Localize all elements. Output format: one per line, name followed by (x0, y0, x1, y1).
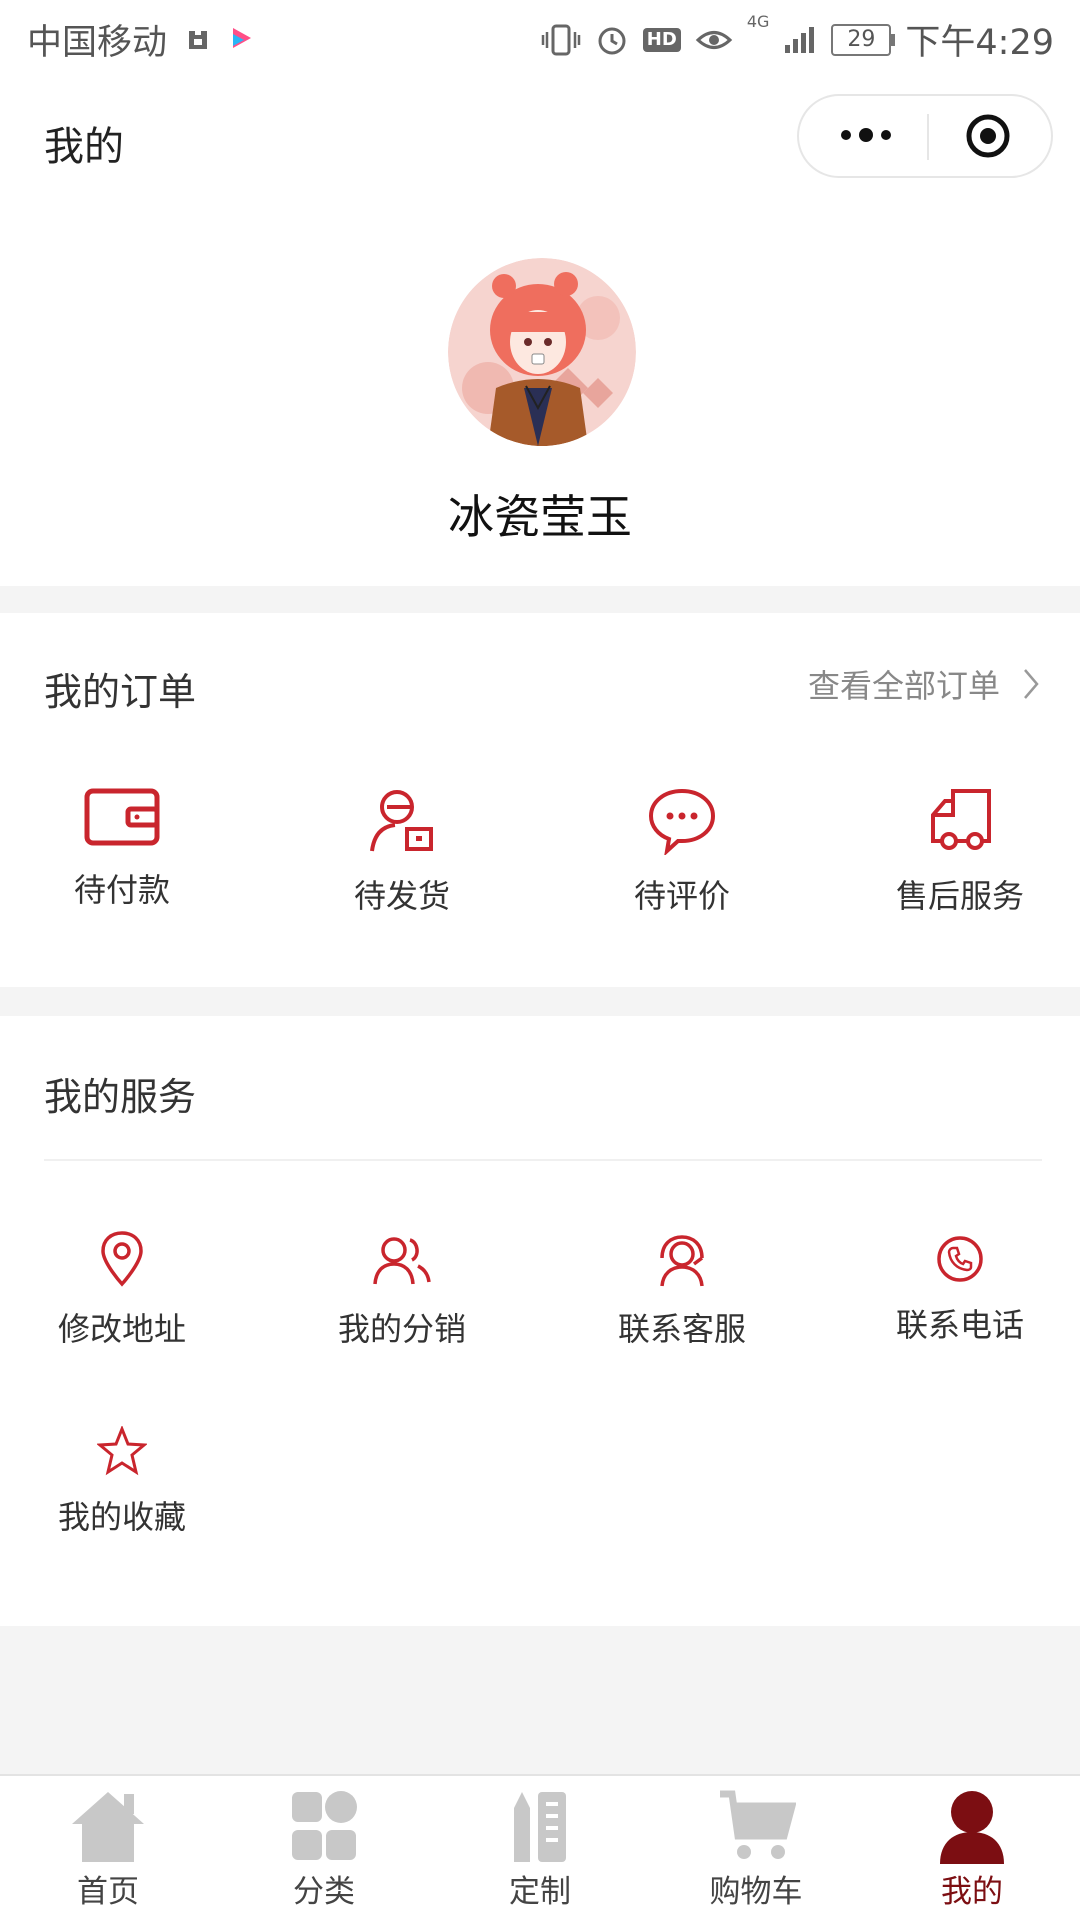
youku-app-icon (233, 27, 252, 48)
orders-section-title: 我的订单 (44, 670, 197, 714)
status-left: 中国移动 (27, 14, 255, 65)
view-all-orders-label: 查看全部订单 (807, 667, 1000, 705)
category-grid-icon (292, 1791, 357, 1860)
user-icon (940, 1791, 1004, 1864)
navigation-bar: 我的 (0, 76, 1080, 206)
truck-icon (931, 789, 991, 850)
chevron-right-icon (1024, 669, 1039, 699)
tab-cart[interactable]: 购物车 (648, 1776, 864, 1920)
more-dot-icon (881, 130, 891, 140)
more-dot-icon (859, 128, 873, 142)
tab-mine-label: 我的 (941, 1874, 1003, 1910)
my-favorites-label: 我的收藏 (57, 1498, 186, 1536)
alarm-icon (598, 27, 626, 54)
hd-badge: HD (642, 27, 681, 52)
my-services-section: 我的服务 修改地址 我的分销 联系客服 联系电话 我的收藏 (0, 1016, 1080, 1626)
after-sales-label: 售后服务 (895, 877, 1024, 915)
notification-icon (189, 30, 208, 49)
username: 冰瓷莹玉 (448, 490, 632, 544)
status-right: HD 4G 29 下午4:29 (541, 14, 1054, 65)
mini-program-capsule (797, 94, 1053, 178)
my-favorites-item[interactable]: 我的收藏 (2, 1426, 242, 1538)
avatar[interactable] (448, 258, 636, 446)
contact-phone-item[interactable]: 联系电话 (840, 1234, 1080, 1346)
customize-icon (514, 1792, 566, 1862)
tab-customize-label: 定制 (509, 1874, 571, 1910)
tab-home-label: 首页 (77, 1874, 139, 1910)
after-sales-item[interactable]: 售后服务 (840, 785, 1080, 917)
my-distribution-item[interactable]: 我的分销 (282, 1234, 522, 1350)
close-mini-program-button[interactable] (965, 113, 1011, 159)
bottom-tab-bar: 首页 分类 定制 购物车 我的 (0, 1774, 1080, 1920)
status-bar: 中国移动 HD 4G 29 下午4:29 (0, 0, 1080, 76)
more-dot-icon (841, 130, 851, 140)
profile-header: 冰瓷莹玉 (0, 206, 1080, 586)
comment-icon (648, 788, 716, 855)
my-orders-section: 我的订单 查看全部订单 待付款 待发货 待评价 售后服务 (0, 613, 1080, 987)
tab-category[interactable]: 分类 (216, 1776, 432, 1920)
pending-shipment-label: 待发货 (353, 877, 450, 915)
contact-phone-label: 联系电话 (895, 1306, 1024, 1344)
vibrate-icon (541, 24, 581, 55)
contact-support-item[interactable]: 联系客服 (562, 1234, 802, 1350)
pending-review-label: 待评价 (633, 877, 730, 915)
person-package-icon (370, 790, 433, 852)
tab-cart-label: 购物车 (709, 1874, 803, 1910)
wallet-icon (84, 788, 160, 846)
cart-icon (720, 1790, 796, 1859)
edit-address-item[interactable]: 修改地址 (2, 1230, 242, 1350)
edit-address-label: 修改地址 (57, 1310, 186, 1348)
users-icon (373, 1237, 431, 1285)
view-all-orders-link[interactable]: 查看全部订单 (808, 661, 1040, 707)
tab-mine[interactable]: 我的 (864, 1776, 1080, 1920)
carrier-name: 中国移动 (27, 23, 168, 63)
tab-category-label: 分类 (293, 1874, 355, 1910)
eye-icon (695, 30, 733, 49)
clock-time: 下午4:29 (905, 23, 1054, 63)
contact-support-label: 联系客服 (617, 1310, 746, 1348)
home-icon (72, 1792, 144, 1862)
location-pin-icon (101, 1231, 143, 1287)
section-divider (44, 1159, 1042, 1161)
network-type: 4G (746, 12, 770, 31)
star-icon (97, 1426, 147, 1476)
services-section-title: 我的服务 (44, 1075, 197, 1119)
pending-payment-item[interactable]: 待付款 (2, 785, 242, 911)
my-page: 中国移动 HD 4G 29 下午4:29 我的 冰瓷莹玉 我的订单 查看全部订单… (0, 0, 1080, 1920)
my-distribution-label: 我的分销 (337, 1310, 466, 1348)
capsule-divider (927, 114, 929, 160)
tab-home[interactable]: 首页 (0, 1776, 216, 1920)
page-title: 我的 (44, 124, 124, 170)
headset-icon (660, 1235, 704, 1287)
signal-icon (785, 26, 815, 53)
pending-payment-label: 待付款 (73, 871, 170, 909)
tab-customize[interactable]: 定制 (432, 1776, 648, 1920)
more-menu-button[interactable] (831, 96, 921, 176)
pending-review-item[interactable]: 待评价 (562, 785, 802, 917)
battery-indicator: 29 (831, 23, 896, 56)
phone-icon (937, 1236, 983, 1282)
pending-shipment-item[interactable]: 待发货 (282, 785, 522, 917)
